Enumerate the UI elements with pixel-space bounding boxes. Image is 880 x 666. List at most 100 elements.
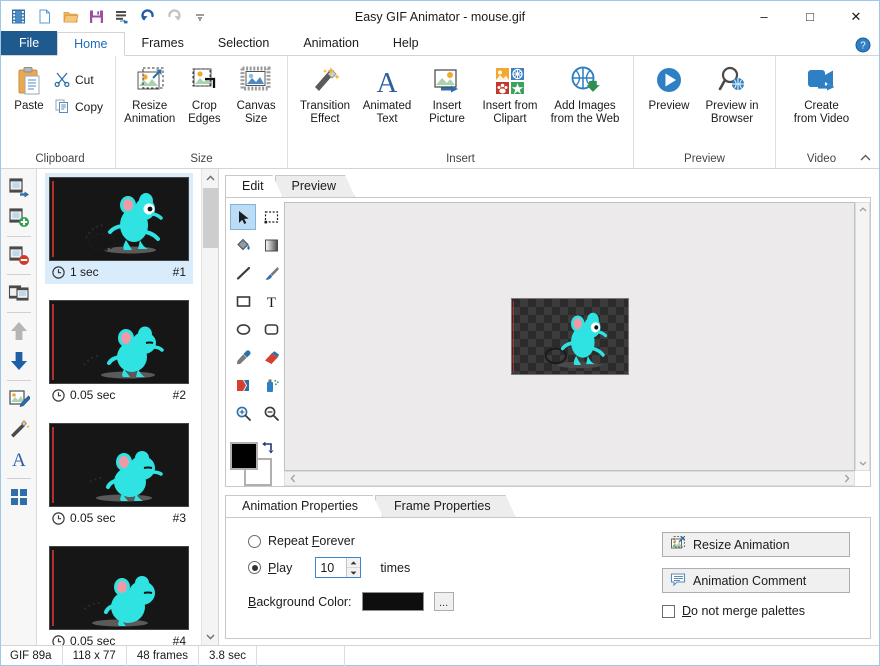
canvas-vertical-scrollbar[interactable] xyxy=(855,202,870,471)
repeat-forever-radio[interactable] xyxy=(248,535,261,548)
animation-comment-button[interactable]: Animation Comment xyxy=(662,568,850,593)
transition-effect-button[interactable]: Transition Effect xyxy=(294,60,356,127)
preview-button[interactable]: Preview xyxy=(640,60,698,115)
foreground-color-swatch[interactable] xyxy=(230,442,258,470)
save-icon[interactable] xyxy=(83,4,109,30)
tab-frames[interactable]: Frames xyxy=(125,31,201,55)
toolstrip-divider xyxy=(7,380,31,381)
tab-edit[interactable]: Edit xyxy=(225,175,283,197)
tab-home[interactable]: Home xyxy=(57,32,124,56)
chevron-down-icon[interactable] xyxy=(856,457,869,470)
swap-colors-icon[interactable] xyxy=(262,440,276,454)
animated-text-button[interactable]: A Animated Text xyxy=(358,60,416,127)
create-from-video-button[interactable]: Create from Video xyxy=(786,60,858,127)
paste-label: Paste xyxy=(14,100,43,113)
eraser-tool[interactable] xyxy=(258,344,284,370)
text-tool[interactable]: T xyxy=(258,288,284,314)
frame-list-item[interactable]: 0.05 sec #3 xyxy=(45,419,193,530)
crop-edges-button[interactable]: Crop Edges xyxy=(179,60,229,127)
tab-preview[interactable]: Preview xyxy=(275,175,355,197)
stepper-up-icon[interactable] xyxy=(347,558,360,568)
frame-list-item[interactable]: 0.05 sec #4 xyxy=(45,542,193,645)
add-text-icon[interactable]: A xyxy=(5,445,33,473)
tab-selection[interactable]: Selection xyxy=(201,31,286,55)
frame-list-item[interactable]: 0.05 sec #2 xyxy=(45,296,193,407)
copy-button[interactable]: Copy xyxy=(49,95,111,119)
tab-help[interactable]: Help xyxy=(376,31,436,55)
background-color-browse-button[interactable]: ... xyxy=(434,592,454,611)
tab-file[interactable]: File xyxy=(1,31,57,55)
zoom-out-tool[interactable] xyxy=(258,400,284,426)
brush-tool[interactable] xyxy=(258,260,284,286)
resize-animation-side-button[interactable]: Resize Animation xyxy=(662,532,850,557)
frames-scrollbar[interactable] xyxy=(201,169,218,645)
background-color-swatch-preview[interactable] xyxy=(362,592,424,611)
canvas-size-button[interactable]: Canvas Size xyxy=(231,60,281,127)
add-frame-icon[interactable] xyxy=(5,203,33,231)
play-count-stepper[interactable] xyxy=(315,557,361,578)
frame-list-item[interactable]: 1 sec #1 xyxy=(45,173,193,284)
rectangle-tool[interactable] xyxy=(230,288,256,314)
rounded-rectangle-tool[interactable] xyxy=(258,316,284,342)
film-strip-icon[interactable] xyxy=(5,4,31,30)
add-images-web-button[interactable]: Add Images from the Web xyxy=(544,60,626,127)
canvas-horizontal-scrollbar[interactable] xyxy=(284,471,855,486)
tab-animation[interactable]: Animation xyxy=(286,31,376,55)
chevron-right-icon[interactable] xyxy=(839,472,854,485)
replace-color-tool[interactable] xyxy=(230,372,256,398)
export-frame-icon[interactable] xyxy=(5,173,33,201)
ellipse-tool[interactable] xyxy=(230,316,256,342)
tab-frame-properties[interactable]: Frame Properties xyxy=(375,495,516,517)
preview-browser-button[interactable]: Preview in Browser xyxy=(700,60,764,127)
eyedropper-tool[interactable] xyxy=(230,344,256,370)
chevron-up-icon[interactable] xyxy=(856,203,869,216)
effects-wand-icon[interactable] xyxy=(5,415,33,443)
gif-canvas[interactable] xyxy=(511,298,629,375)
zoom-in-tool[interactable] xyxy=(230,400,256,426)
open-folder-icon[interactable] xyxy=(57,4,83,30)
gradient-tool[interactable] xyxy=(258,232,284,258)
cut-button[interactable]: Cut xyxy=(49,68,111,92)
undo-icon[interactable] xyxy=(135,4,161,30)
rectangle-select-tool[interactable] xyxy=(258,204,284,230)
editor-area: Edit Preview xyxy=(219,169,879,645)
close-button[interactable]: ✕ xyxy=(833,1,879,32)
help-circle-icon[interactable]: ? xyxy=(855,37,871,53)
resize-animation-button[interactable]: Resize Animation xyxy=(122,60,177,127)
move-frame-down-icon[interactable] xyxy=(5,347,33,375)
tab-animation-properties[interactable]: Animation Properties xyxy=(225,495,383,517)
delete-frame-icon[interactable] xyxy=(5,241,33,269)
do-not-merge-palettes-checkbox[interactable] xyxy=(662,605,675,618)
chevron-up-icon[interactable] xyxy=(202,169,219,186)
line-tool[interactable] xyxy=(230,260,256,286)
insert-clipart-button[interactable]: Insert from Clipart xyxy=(478,60,542,127)
move-frame-up-icon[interactable] xyxy=(5,317,33,345)
maximize-button[interactable]: □ xyxy=(787,1,833,32)
customize-qat-icon[interactable] xyxy=(187,4,213,30)
frames-list[interactable]: 1 sec #1 xyxy=(37,169,201,645)
scrollbar-track[interactable] xyxy=(856,216,869,457)
edit-frame-icon[interactable] xyxy=(5,385,33,413)
canvas-scroll-area[interactable] xyxy=(284,202,855,471)
paint-bucket-tool[interactable] xyxy=(230,232,256,258)
select-arrow-tool[interactable] xyxy=(230,204,256,230)
chevron-down-icon[interactable] xyxy=(202,628,219,645)
paste-button[interactable]: Paste xyxy=(11,60,47,115)
chevron-left-icon[interactable] xyxy=(285,472,300,485)
do-not-merge-palettes-row[interactable]: Do not merge palettes xyxy=(662,604,854,618)
stepper-down-icon[interactable] xyxy=(347,568,360,577)
duplicate-frame-icon[interactable] xyxy=(5,279,33,307)
repeat-forever-row[interactable]: Repeat Forever xyxy=(248,534,662,548)
save-as-icon[interactable] xyxy=(109,4,135,30)
insert-picture-button[interactable]: Insert Picture xyxy=(418,60,476,127)
minimize-button[interactable]: – xyxy=(741,1,787,32)
scrollbar-thumb[interactable] xyxy=(203,188,218,248)
new-file-icon[interactable] xyxy=(31,4,57,30)
play-times-row[interactable]: Play xyxy=(248,557,662,578)
spray-can-tool[interactable] xyxy=(258,372,284,398)
chevron-up-icon[interactable] xyxy=(857,150,873,166)
play-radio[interactable] xyxy=(248,561,261,574)
scrollbar-track[interactable] xyxy=(202,186,219,628)
frames-grid-view-icon[interactable] xyxy=(5,483,33,511)
play-count-input[interactable] xyxy=(316,558,346,577)
